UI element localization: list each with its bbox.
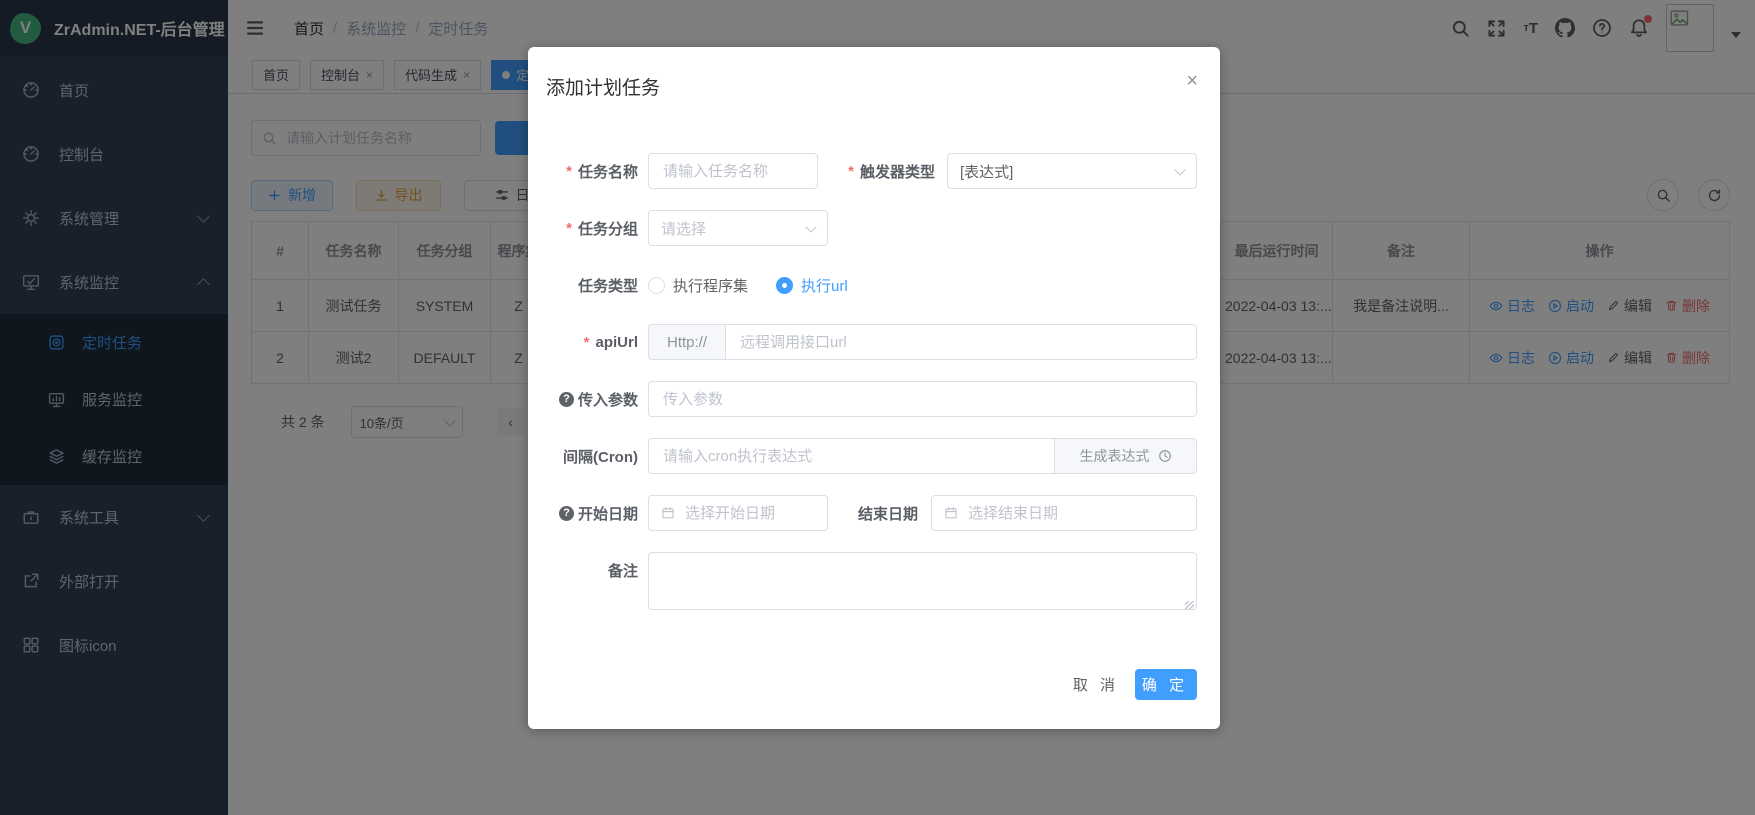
start-date-input[interactable] <box>683 504 815 523</box>
calendar-icon <box>661 506 675 520</box>
form-row-apiurl: * apiUrl Http:// <box>546 324 1197 360</box>
form-row-remark: 备注 <box>546 552 1197 613</box>
cron-label: 间隔(Cron) <box>546 446 648 467</box>
cron-input[interactable] <box>661 447 1042 466</box>
close-icon[interactable]: × <box>1186 71 1198 91</box>
remark-textarea[interactable] <box>648 552 1197 610</box>
radio-exec-url-label[interactable]: 执行url <box>801 275 848 296</box>
params-input[interactable] <box>661 390 1184 409</box>
apiurl-input[interactable] <box>738 333 1184 352</box>
task-name-input[interactable] <box>661 162 805 181</box>
params-label: ? 传入参数 <box>546 389 648 410</box>
radio-exec-url[interactable] <box>776 277 793 294</box>
help-icon[interactable]: ? <box>559 392 574 407</box>
cancel-button[interactable]: 取 消 <box>1067 673 1125 696</box>
end-date-label: 结束日期 <box>858 503 918 524</box>
apiurl-input-group: Http:// <box>648 324 1197 360</box>
dialog-title: 添加计划任务 <box>546 78 660 99</box>
generate-cron-button[interactable]: 生成表达式 <box>1055 438 1197 474</box>
end-date-picker[interactable] <box>931 495 1197 531</box>
start-date-picker[interactable] <box>648 495 828 531</box>
http-prefix: Http:// <box>648 324 725 360</box>
task-name-label: * 任务名称 <box>546 161 648 182</box>
clock-icon <box>1158 449 1172 463</box>
form-row-task-type: 任务类型 执行程序集 执行url <box>546 267 1197 303</box>
help-icon[interactable]: ? <box>559 506 574 521</box>
form-row-params: ? 传入参数 <box>546 381 1197 417</box>
required-asterisk: * <box>584 334 590 351</box>
radio-exec-assembly[interactable] <box>648 277 665 294</box>
dialog-header: 添加计划任务 × <box>528 47 1220 100</box>
form-row-cron: 间隔(Cron) 生成表达式 <box>546 438 1197 474</box>
chevron-down-icon <box>1174 164 1185 175</box>
required-asterisk: * <box>848 163 854 180</box>
form-row-task-name: * 任务名称 * 触发器类型 [表达式] <box>546 153 1197 189</box>
cron-field <box>648 438 1055 474</box>
cron-input-group: 生成表达式 <box>648 438 1197 474</box>
params-field <box>648 381 1197 417</box>
remark-label: 备注 <box>546 560 648 581</box>
trigger-type-select[interactable]: [表达式] <box>947 153 1197 189</box>
radio-exec-assembly-label[interactable]: 执行程序集 <box>673 275 748 296</box>
start-date-label: ? 开始日期 <box>546 503 648 524</box>
apiurl-field <box>725 324 1197 360</box>
add-task-dialog: 添加计划任务 × * 任务名称 * 触发器类型 [表达式] * 任务分组 <box>528 47 1220 729</box>
dialog-body: * 任务名称 * 触发器类型 [表达式] * 任务分组 请选择 <box>528 100 1220 613</box>
required-asterisk: * <box>566 220 572 237</box>
dialog-footer: 取 消 确 定 <box>1067 669 1197 700</box>
apiurl-label: * apiUrl <box>546 334 648 351</box>
calendar-icon <box>944 506 958 520</box>
form-row-task-group: * 任务分组 请选择 <box>546 210 1197 246</box>
end-date-input[interactable] <box>966 504 1184 523</box>
task-type-label: 任务类型 <box>546 275 648 296</box>
task-group-label: * 任务分组 <box>546 218 648 239</box>
task-name-field <box>648 153 818 189</box>
task-group-select[interactable]: 请选择 <box>648 210 828 246</box>
chevron-down-icon <box>805 221 816 232</box>
form-row-dates: ? 开始日期 结束日期 <box>546 495 1197 531</box>
remark-field <box>648 552 1197 613</box>
confirm-button[interactable]: 确 定 <box>1135 669 1197 700</box>
required-asterisk: * <box>566 163 572 180</box>
trigger-type-label: * 触发器类型 <box>818 161 947 182</box>
